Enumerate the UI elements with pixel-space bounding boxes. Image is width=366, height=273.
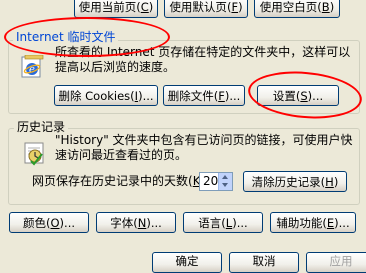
delete-files-ellipsis: ... [229, 89, 241, 103]
use-current-page-button[interactable]: 使用当前页(C) [74, 0, 158, 18]
fonts-label: 字体 [110, 216, 134, 230]
accessibility-button[interactable]: 辅助功能(E)... [270, 212, 356, 233]
colors-key: O [50, 216, 60, 230]
colors-label: 颜色 [22, 216, 46, 230]
temp-files-desc-line2: 提高以后浏览的速度。 [55, 60, 176, 74]
use-blank-page-label: 使用空白页 [259, 0, 318, 14]
use-blank-page-key: B [321, 0, 330, 14]
accessibility-ellipsis: ... [338, 216, 350, 230]
spinner-down-icon[interactable] [222, 183, 228, 187]
delete-files-key: F [218, 89, 225, 103]
history-desc-line1: "History" 文件夹中包含有已访问页的链接，可使用户快 [55, 133, 353, 147]
use-default-page-button[interactable]: 使用默认页(F) [164, 0, 248, 18]
use-default-page-label: 使用默认页 [169, 0, 227, 14]
delete-files-button[interactable]: 删除文件(F)... [163, 85, 245, 106]
use-default-page-key: F [231, 0, 239, 14]
delete-cookies-label: 删除 Cookies [58, 89, 131, 103]
delete-cookies-key: I [134, 89, 139, 103]
accessibility-key: E [326, 216, 335, 230]
clear-history-key: H [325, 175, 334, 189]
clear-history-button[interactable]: 清除历史记录(H) [243, 171, 347, 192]
history-desc-line2: 速访问最近查看过的页。 [55, 148, 188, 162]
fonts-key: N [137, 216, 147, 230]
accessibility-label: 辅助功能 [276, 216, 323, 230]
spinner-arrows[interactable] [218, 173, 232, 190]
history-days-value: 20 [203, 174, 219, 188]
use-current-page-key: C [140, 0, 149, 14]
languages-button[interactable]: 语言(L)... [183, 212, 263, 233]
delete-cookies-button[interactable]: 删除 Cookies(I)... [54, 85, 158, 106]
colors-button[interactable]: 颜色(O)... [9, 212, 89, 233]
colors-ellipsis: ... [64, 216, 76, 230]
clear-history-label: 清除历史记录 [251, 175, 321, 189]
ie-page-icon: e [20, 54, 46, 79]
history-days-text: 网页保存在历史记录中的天数 [32, 174, 189, 188]
spinner-up-icon[interactable] [222, 175, 228, 179]
use-blank-page-button[interactable]: 使用空白页(B) [254, 0, 340, 18]
ok-label: 确定 [175, 254, 199, 268]
use-current-page-label: 使用当前页 [78, 0, 137, 14]
fonts-ellipsis: ... [150, 216, 162, 230]
history-days-label: 网页保存在历史记录中的天数(K): [32, 174, 209, 188]
history-title: 历史记录 [14, 120, 69, 134]
history-days-spinner[interactable]: 20 [199, 172, 233, 191]
cancel-label: 取消 [252, 254, 276, 268]
delete-cookies-ellipsis: ... [142, 89, 154, 103]
fonts-button[interactable]: 字体(N)... [96, 212, 176, 233]
delete-files-label: 删除文件 [167, 89, 214, 103]
apply-label: 应用 [329, 254, 353, 268]
languages-ellipsis: ... [236, 216, 248, 230]
languages-label: 语言 [198, 216, 222, 230]
history-icon [22, 140, 48, 166]
languages-key: L [225, 216, 233, 230]
annotation-circle-temp-files [4, 17, 170, 57]
